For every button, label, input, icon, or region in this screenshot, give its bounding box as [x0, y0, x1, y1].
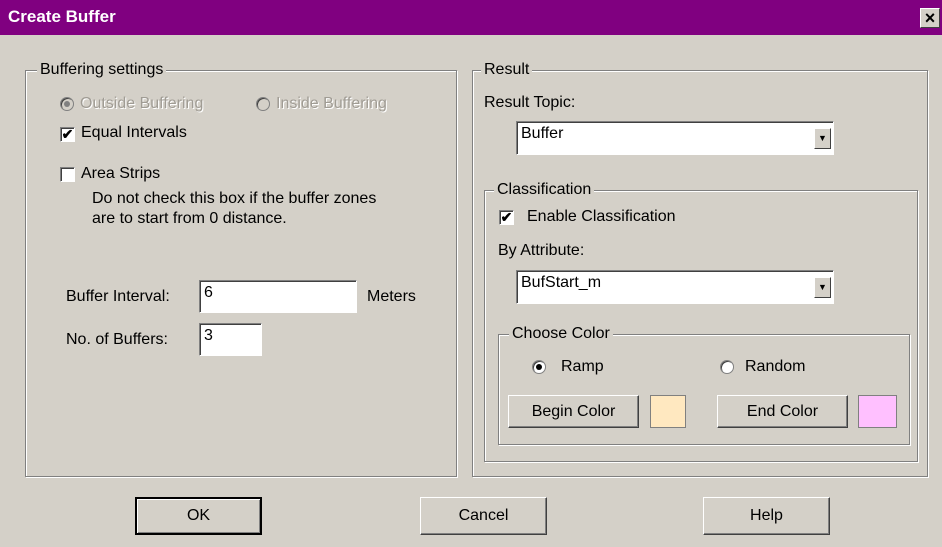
attribute-dropdown-button[interactable]: ▼ [814, 277, 831, 298]
area-strips-note-line2: are to start from 0 distance. [92, 210, 287, 227]
inside-buffering-radio [256, 97, 270, 111]
random-radio[interactable] [720, 360, 734, 374]
area-strips-label[interactable]: Area Strips [81, 165, 160, 183]
title-bar [0, 0, 942, 35]
choose-color-group [498, 334, 910, 445]
attribute-value: BufStart_m [521, 274, 602, 291]
buffering-settings-legend: Buffering settings [37, 61, 167, 79]
inside-buffering-label: Inside Buffering [276, 95, 387, 112]
window-title: Create Buffer [8, 7, 116, 26]
buffer-interval-unit: Meters [367, 288, 416, 305]
attribute-select[interactable]: BufStart_m [516, 270, 834, 304]
buffer-count-input[interactable]: 3 [199, 323, 262, 356]
result-legend: Result [481, 61, 533, 79]
classification-legend: Classification [494, 181, 595, 199]
equal-intervals-label[interactable]: Equal Intervals [81, 124, 187, 142]
buffer-count-label: No. of Buffers: [66, 331, 168, 348]
radio-dot-icon [536, 364, 542, 370]
radio-dot-icon [64, 101, 70, 107]
cancel-button[interactable]: Cancel [420, 497, 547, 535]
check-icon: ✔ [500, 209, 513, 225]
buffer-interval-label: Buffer Interval: [66, 288, 170, 305]
end-color-button[interactable]: End Color [717, 395, 848, 428]
ok-button[interactable]: OK [135, 497, 262, 535]
begin-color-button[interactable]: Begin Color [508, 395, 639, 428]
outside-buffering-radio [60, 97, 74, 111]
enable-classification-label[interactable]: Enable Classification [527, 208, 676, 226]
result-topic-select[interactable]: Buffer [516, 121, 834, 155]
choose-color-legend: Choose Color [509, 325, 613, 343]
by-attribute-label: By Attribute: [498, 242, 585, 259]
result-topic-value: Buffer [521, 125, 564, 142]
result-topic-label: Result Topic: [484, 94, 576, 111]
area-strips-note-line1: Do not check this box if the buffer zone… [92, 190, 377, 207]
result-topic-dropdown-button[interactable]: ▼ [814, 128, 831, 149]
chevron-down-icon: ▼ [818, 133, 827, 143]
outside-buffering-label: Outside Buffering [80, 95, 204, 112]
random-label[interactable]: Random [745, 358, 805, 376]
ramp-radio[interactable] [532, 360, 546, 374]
chevron-down-icon: ▼ [818, 282, 827, 292]
help-button[interactable]: Help [703, 497, 830, 535]
close-icon[interactable]: × [920, 8, 940, 28]
equal-intervals-checkbox[interactable]: ✔ [60, 127, 75, 142]
end-color-swatch[interactable] [858, 395, 897, 428]
begin-color-swatch[interactable] [650, 395, 686, 428]
buffer-interval-input[interactable]: 6 [199, 280, 357, 313]
check-icon: ✔ [61, 126, 74, 142]
ramp-label[interactable]: Ramp [561, 358, 604, 376]
enable-classification-checkbox[interactable]: ✔ [499, 210, 514, 225]
area-strips-checkbox[interactable] [60, 167, 75, 182]
